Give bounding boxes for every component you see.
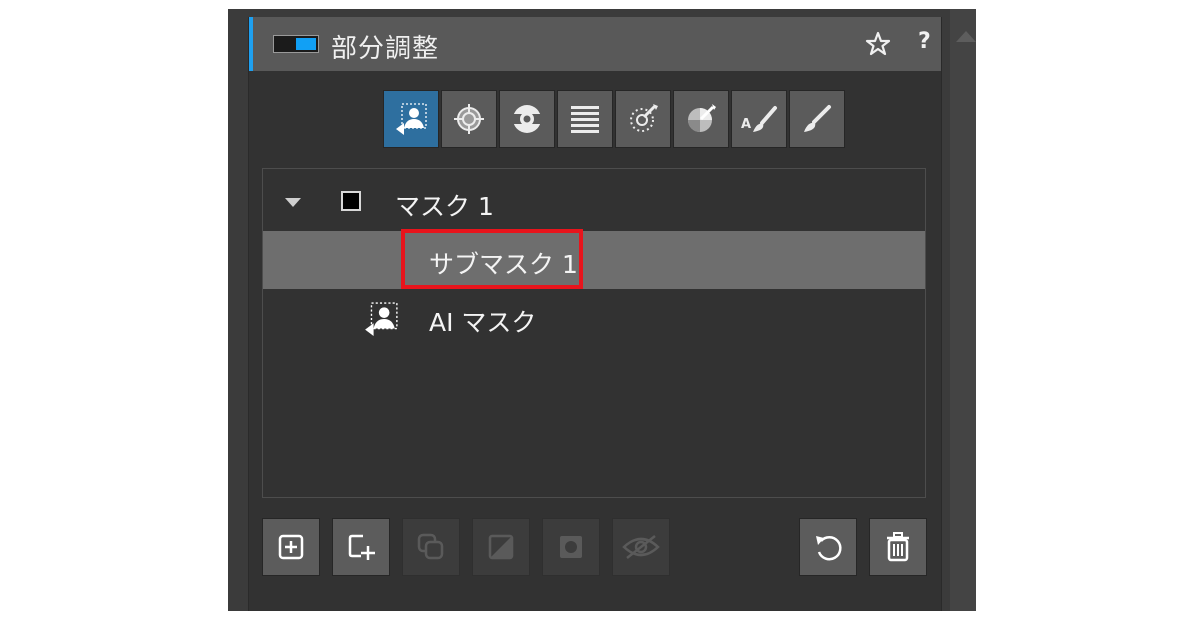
auto-brush-tool-button[interactable]: A — [731, 90, 787, 148]
duplicate-button[interactable] — [402, 518, 460, 576]
panel-header: 部分調整 ? — [249, 17, 941, 71]
concentric-tool-button[interactable] — [499, 90, 555, 148]
luminance-tool-button[interactable] — [673, 90, 729, 148]
panel-title: 部分調整 — [331, 34, 440, 64]
mask-list: マスク 1 サブマスク 1 AI マスク — [262, 168, 926, 498]
hide-mask-button[interactable] — [612, 518, 670, 576]
circle-in-square-icon — [560, 536, 582, 558]
svg-text:A: A — [741, 117, 751, 132]
help-icon[interactable]: ? — [918, 29, 931, 54]
add-mask-button[interactable] — [262, 518, 320, 576]
invert-button[interactable] — [472, 518, 530, 576]
linear-gradient-tool-button[interactable] — [557, 90, 613, 148]
window-frame: 部分調整 ? A マスク 1 サブマスク 1 AI マスク — [228, 9, 976, 611]
ai-mask-label: AI マスク — [429, 308, 537, 337]
local-adjustments-panel: 部分調整 ? A マスク 1 サブマスク 1 AI マスク — [248, 17, 942, 611]
plus-corner-square-icon — [348, 534, 375, 560]
duplicate-icon — [417, 533, 444, 560]
person-silhouette-icon — [365, 302, 398, 336]
plus-square-icon — [278, 534, 304, 560]
panel-scrollbar[interactable] — [950, 9, 976, 611]
highlight-annotation-box — [401, 229, 583, 289]
eye-slash-icon — [622, 535, 660, 559]
concentric-circles-icon — [513, 105, 541, 133]
panel-enable-toggle[interactable] — [273, 35, 319, 53]
dotted-circle-picker-icon — [630, 104, 658, 132]
expand-arrow-icon[interactable] — [285, 198, 301, 207]
mask-action-bar — [262, 518, 928, 578]
brush-tool-button[interactable] — [789, 90, 845, 148]
mask-list-item[interactable]: AI マスク — [263, 289, 925, 347]
mask-list-item[interactable]: マスク 1 — [263, 173, 925, 231]
mask-list-item-selected[interactable]: サブマスク 1 — [263, 229, 925, 289]
mask-overlay-button[interactable] — [542, 518, 600, 576]
horizontal-lines-icon — [571, 106, 599, 133]
undo-icon — [816, 536, 842, 561]
sphere-picker-icon — [688, 104, 716, 132]
auto-brush-icon: A — [741, 106, 777, 132]
reset-button[interactable] — [799, 518, 857, 576]
invert-icon — [488, 534, 514, 560]
mask-tool-bar: A — [383, 90, 845, 148]
color-picker-tool-button[interactable] — [615, 90, 671, 148]
trash-icon — [887, 532, 909, 562]
radial-tool-button[interactable] — [441, 90, 497, 148]
crosshair-target-icon — [454, 104, 484, 134]
mask-label: マスク 1 — [395, 192, 494, 221]
scroll-up-arrow-icon[interactable] — [956, 31, 976, 42]
person-silhouette-icon — [396, 103, 427, 135]
star-icon[interactable] — [865, 31, 891, 57]
brush-icon — [804, 105, 831, 132]
ai-mask-tool-button[interactable] — [383, 90, 439, 148]
toggle-knob — [296, 38, 316, 50]
delete-button[interactable] — [869, 518, 927, 576]
add-submask-button[interactable] — [332, 518, 390, 576]
mask-enable-checkbox[interactable] — [341, 191, 361, 211]
